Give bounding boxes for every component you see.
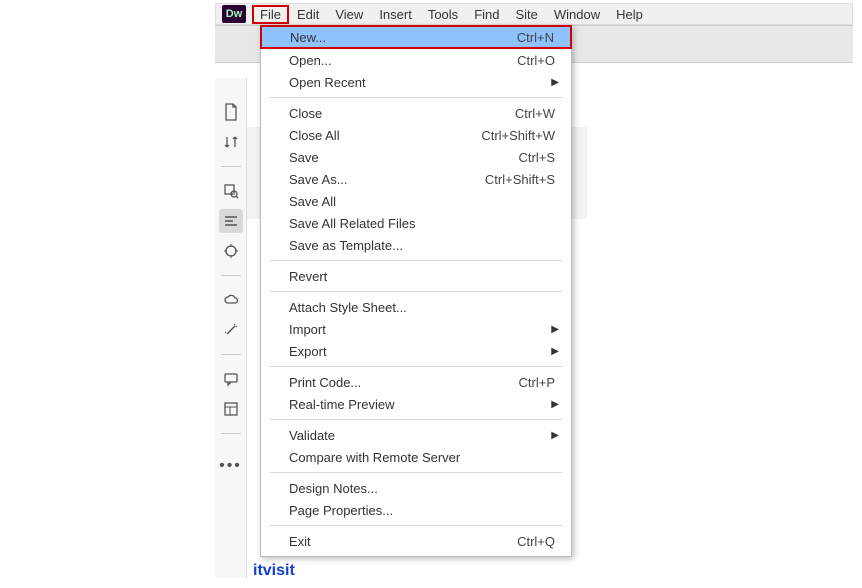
menuitem-design-notes[interactable]: Design Notes... bbox=[261, 477, 571, 499]
document-text: itvisit bbox=[253, 562, 295, 580]
menuitem-open[interactable]: Open... Ctrl+O bbox=[261, 49, 571, 71]
menu-file[interactable]: File bbox=[252, 5, 289, 24]
menuitem-label: Design Notes... bbox=[289, 481, 555, 496]
menuitem-exit[interactable]: Exit Ctrl+Q bbox=[261, 530, 571, 552]
menuitem-label: Real-time Preview bbox=[289, 397, 555, 412]
menu-separator bbox=[269, 291, 563, 292]
menu-site[interactable]: Site bbox=[507, 5, 545, 24]
menuitem-shortcut: Ctrl+W bbox=[515, 106, 555, 121]
menuitem-label: Import bbox=[289, 322, 555, 337]
menuitem-label: Compare with Remote Server bbox=[289, 450, 555, 465]
menuitem-shortcut: Ctrl+P bbox=[519, 375, 555, 390]
tool-separator bbox=[221, 275, 241, 276]
more-icon[interactable]: ••• bbox=[219, 454, 243, 478]
menu-view[interactable]: View bbox=[327, 5, 371, 24]
menuitem-save-template[interactable]: Save as Template... bbox=[261, 234, 571, 256]
submenu-arrow-icon: ▶ bbox=[551, 430, 559, 441]
menuitem-label: Print Code... bbox=[289, 375, 519, 390]
tool-separator bbox=[221, 354, 241, 355]
align-left-icon[interactable] bbox=[219, 209, 243, 233]
menu-edit[interactable]: Edit bbox=[289, 5, 327, 24]
menu-separator bbox=[269, 260, 563, 261]
file-dropdown: New... Ctrl+N Open... Ctrl+O Open Recent… bbox=[260, 25, 572, 557]
menuitem-rt-preview[interactable]: Real-time Preview ▶ bbox=[261, 393, 571, 415]
menuitem-label: Open... bbox=[289, 53, 517, 68]
menuitem-label: Export bbox=[289, 344, 555, 359]
menuitem-label: New... bbox=[290, 30, 517, 45]
menuitem-close-all[interactable]: Close All Ctrl+Shift+W bbox=[261, 124, 571, 146]
menuitem-label: Attach Style Sheet... bbox=[289, 300, 555, 315]
target-icon[interactable] bbox=[219, 239, 243, 263]
menuitem-print-code[interactable]: Print Code... Ctrl+P bbox=[261, 371, 571, 393]
menuitem-shortcut: Ctrl+N bbox=[517, 30, 554, 45]
menu-separator bbox=[269, 97, 563, 98]
menuitem-export[interactable]: Export ▶ bbox=[261, 340, 571, 362]
menuitem-shortcut: Ctrl+Shift+W bbox=[481, 128, 555, 143]
menuitem-label: Save As... bbox=[289, 172, 485, 187]
menu-separator bbox=[269, 472, 563, 473]
menuitem-save-as[interactable]: Save As... Ctrl+Shift+S bbox=[261, 168, 571, 190]
submenu-arrow-icon: ▶ bbox=[551, 346, 559, 357]
app-logo: Dw bbox=[222, 5, 246, 23]
menu-separator bbox=[269, 419, 563, 420]
menu-find[interactable]: Find bbox=[466, 5, 507, 24]
tool-panel: ••• bbox=[215, 78, 247, 578]
menuitem-shortcut: Ctrl+O bbox=[517, 53, 555, 68]
menuitem-compare-remote[interactable]: Compare with Remote Server bbox=[261, 446, 571, 468]
menuitem-shortcut: Ctrl+S bbox=[519, 150, 555, 165]
menuitem-label: Page Properties... bbox=[289, 503, 555, 518]
menuitem-label: Save All Related Files bbox=[289, 216, 555, 231]
menu-insert[interactable]: Insert bbox=[371, 5, 420, 24]
menuitem-label: Save All bbox=[289, 194, 555, 209]
cloud-icon[interactable] bbox=[219, 288, 243, 312]
menuitem-open-recent[interactable]: Open Recent ▶ bbox=[261, 71, 571, 93]
submenu-arrow-icon: ▶ bbox=[551, 77, 559, 88]
menu-separator bbox=[269, 366, 563, 367]
menuitem-close[interactable]: Close Ctrl+W bbox=[261, 102, 571, 124]
menuitem-save-related[interactable]: Save All Related Files bbox=[261, 212, 571, 234]
wand-icon[interactable] bbox=[219, 318, 243, 342]
menu-separator bbox=[269, 525, 563, 526]
menuitem-shortcut: Ctrl+Shift+S bbox=[485, 172, 555, 187]
tool-separator bbox=[221, 166, 241, 167]
menu-help[interactable]: Help bbox=[608, 5, 651, 24]
tool-separator bbox=[221, 433, 241, 434]
inspect-icon[interactable] bbox=[219, 179, 243, 203]
menuitem-label: Close bbox=[289, 106, 515, 121]
file-tool-icon[interactable] bbox=[219, 100, 243, 124]
menuitem-label: Open Recent bbox=[289, 75, 555, 90]
sort-icon[interactable] bbox=[219, 130, 243, 154]
menu-tools[interactable]: Tools bbox=[420, 5, 466, 24]
menuitem-revert[interactable]: Revert bbox=[261, 265, 571, 287]
menuitem-label: Save bbox=[289, 150, 519, 165]
menuitem-label: Revert bbox=[289, 269, 555, 284]
menuitem-import[interactable]: Import ▶ bbox=[261, 318, 571, 340]
menuitem-validate[interactable]: Validate ▶ bbox=[261, 424, 571, 446]
menuitem-label: Close All bbox=[289, 128, 481, 143]
menuitem-save[interactable]: Save Ctrl+S bbox=[261, 146, 571, 168]
menuitem-label: Validate bbox=[289, 428, 555, 443]
layout-icon[interactable] bbox=[219, 397, 243, 421]
menuitem-attach-css[interactable]: Attach Style Sheet... bbox=[261, 296, 571, 318]
menuitem-label: Save as Template... bbox=[289, 238, 555, 253]
comment-icon[interactable] bbox=[219, 367, 243, 391]
menuitem-save-all[interactable]: Save All bbox=[261, 190, 571, 212]
menuitem-label: Exit bbox=[289, 534, 517, 549]
submenu-arrow-icon: ▶ bbox=[551, 324, 559, 335]
menubar: Dw File Edit View Insert Tools Find Site… bbox=[215, 3, 853, 25]
menu-window[interactable]: Window bbox=[546, 5, 608, 24]
menuitem-new[interactable]: New... Ctrl+N bbox=[260, 25, 572, 49]
submenu-arrow-icon: ▶ bbox=[551, 399, 559, 410]
menuitem-page-props[interactable]: Page Properties... bbox=[261, 499, 571, 521]
menuitem-shortcut: Ctrl+Q bbox=[517, 534, 555, 549]
